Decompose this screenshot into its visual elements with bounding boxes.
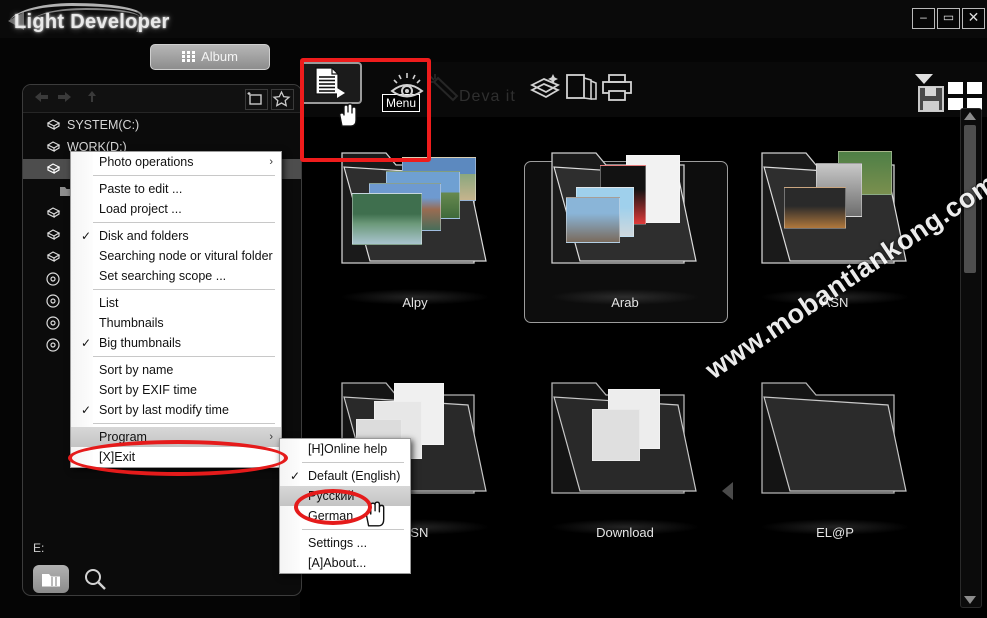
disc-icon	[45, 316, 61, 330]
tree-item-label: SYSTEM(C:)	[67, 118, 140, 132]
menu-item-label: Paste to edit ...	[99, 182, 183, 196]
menu-item-list[interactable]: List	[71, 293, 281, 313]
copy-pages-icon[interactable]	[564, 72, 600, 106]
folder-item[interactable]: Download	[520, 347, 730, 562]
grid-icon	[182, 51, 196, 62]
folder-browse-button[interactable]	[33, 565, 69, 593]
back-button[interactable]	[31, 89, 51, 107]
magic-wand-icon[interactable]	[426, 72, 462, 106]
scroll-down-arrow-icon[interactable]	[964, 596, 976, 604]
submenu-item-settings[interactable]: Settings ...	[280, 533, 410, 553]
disk-icon	[45, 162, 61, 176]
menu-item-label: Big thumbnails	[99, 336, 181, 350]
tab-album[interactable]: Album	[150, 44, 270, 70]
search-button[interactable]	[83, 567, 107, 591]
disk-icon	[45, 206, 61, 220]
checkmark-icon: ✓	[290, 469, 301, 483]
menu-item-sort-by-name[interactable]: Sort by name	[71, 360, 281, 380]
folder-item[interactable]: EL@P	[730, 347, 940, 562]
menu-item-disk-and-folders[interactable]: ✓ Disk and folders	[71, 226, 281, 246]
tree-item[interactable]: SYSTEM(C:)	[29, 115, 295, 135]
save-floppy-icon[interactable]	[918, 86, 944, 117]
up-button[interactable]	[83, 89, 103, 107]
menu-separator	[93, 289, 275, 290]
menu-item-sort-by-exif-time[interactable]: Sort by EXIF time	[71, 380, 281, 400]
tab-album-label: Album	[201, 49, 238, 64]
submenu-arrow-icon: ›	[269, 431, 273, 443]
scroll-up-arrow-icon[interactable]	[964, 112, 976, 120]
submenu-item-label: Settings ...	[308, 536, 368, 550]
current-path-label: E:	[33, 541, 45, 555]
disk-icon	[45, 250, 61, 264]
app-title: Light Developer	[14, 11, 170, 33]
layers-icon[interactable]	[528, 72, 564, 106]
checkmark-icon: ✓	[81, 403, 92, 417]
menu-item-load-project[interactable]: Load project ...	[71, 199, 281, 219]
minimize-button[interactable]: –	[912, 8, 935, 29]
menu-separator	[302, 462, 404, 463]
folder-thumbnail	[538, 131, 713, 291]
dropdown-triangle-icon[interactable]	[915, 74, 933, 84]
disc-icon	[45, 272, 61, 286]
disc-icon	[45, 338, 61, 352]
menu-separator	[93, 222, 275, 223]
submenu-item-online-help[interactable]: [H]Online help	[280, 439, 410, 459]
annotation-program-highlight	[68, 440, 288, 476]
submenu-item-about[interactable]: [A]About...	[280, 553, 410, 573]
menu-separator	[302, 529, 404, 530]
title-bar: Light Developer – ▭ ✕	[0, 0, 987, 38]
menu-item-big-thumbnails[interactable]: ✓ Big thumbnails	[71, 333, 281, 353]
menu-item-label: Load project ...	[99, 202, 182, 216]
menu-separator	[93, 423, 275, 424]
menu-item-searching-node[interactable]: Searching node or vitural folder	[71, 246, 281, 266]
menu-item-label: Searching node or vitural folder	[99, 249, 273, 263]
menu-item-label: Disk and folders	[99, 229, 189, 243]
menu-item-paste-to-edit[interactable]: Paste to edit ...	[71, 179, 281, 199]
application-window: Light Developer – ▭ ✕ Album Menu Deva it…	[0, 0, 987, 618]
browser-navigation-bar	[23, 85, 301, 113]
disc-icon	[45, 294, 61, 308]
checkmark-icon: ✓	[81, 336, 92, 350]
disk-icon	[45, 140, 61, 154]
annotation-russian-highlight	[294, 489, 372, 525]
annotation-menu-button-highlight	[300, 58, 431, 162]
close-button[interactable]: ✕	[962, 8, 985, 29]
folder-item-selected[interactable]: Arab	[520, 117, 730, 332]
submenu-item-default-english[interactable]: ✓ Default (English)	[280, 466, 410, 486]
new-folder-icon[interactable]	[245, 89, 268, 110]
menu-item-label: Thumbnails	[99, 316, 164, 330]
menu-item-label: Sort by last modify time	[99, 403, 229, 417]
star-icon[interactable]	[271, 89, 294, 110]
menu-item-label: Sort by EXIF time	[99, 383, 197, 397]
disk-icon	[45, 118, 61, 132]
menu-item-sort-by-last-modify-time[interactable]: ✓ Sort by last modify time	[71, 400, 281, 420]
submenu-arrow-icon: ›	[269, 156, 273, 168]
submenu-item-label: [H]Online help	[308, 442, 388, 456]
menu-separator	[93, 356, 275, 357]
menu-item-label: Sort by name	[99, 363, 174, 377]
context-menu[interactable]: Photo operations › Paste to edit ... Loa…	[70, 151, 282, 468]
folder-label: Arab	[611, 295, 639, 310]
folder-thumbnail	[538, 361, 713, 521]
menu-item-label: Photo operations	[99, 155, 194, 169]
folder-label: Download	[596, 525, 654, 540]
menu-separator	[93, 175, 275, 176]
left-arrow-icon[interactable]	[722, 482, 733, 500]
disk-icon	[45, 228, 61, 242]
forward-button[interactable]	[55, 89, 75, 107]
menu-item-set-searching-scope[interactable]: Set searching scope ...	[71, 266, 281, 286]
deva-it-label: Deva it	[459, 88, 516, 105]
checkmark-icon: ✓	[81, 229, 92, 243]
folder-label: Alpy	[402, 295, 428, 310]
menu-item-label: List	[99, 296, 119, 310]
menu-item-thumbnails[interactable]: Thumbnails	[71, 313, 281, 333]
print-icon[interactable]	[600, 72, 636, 106]
submenu-item-label: Default (English)	[308, 469, 401, 483]
submenu-item-label: [A]About...	[308, 556, 367, 570]
maximize-button[interactable]: ▭	[937, 8, 960, 29]
folder-thumbnail	[748, 361, 923, 521]
menu-item-label: Set searching scope ...	[99, 269, 227, 283]
menu-item-photo-operations[interactable]: Photo operations ›	[71, 152, 281, 172]
folder-label: EL@P	[816, 525, 854, 540]
